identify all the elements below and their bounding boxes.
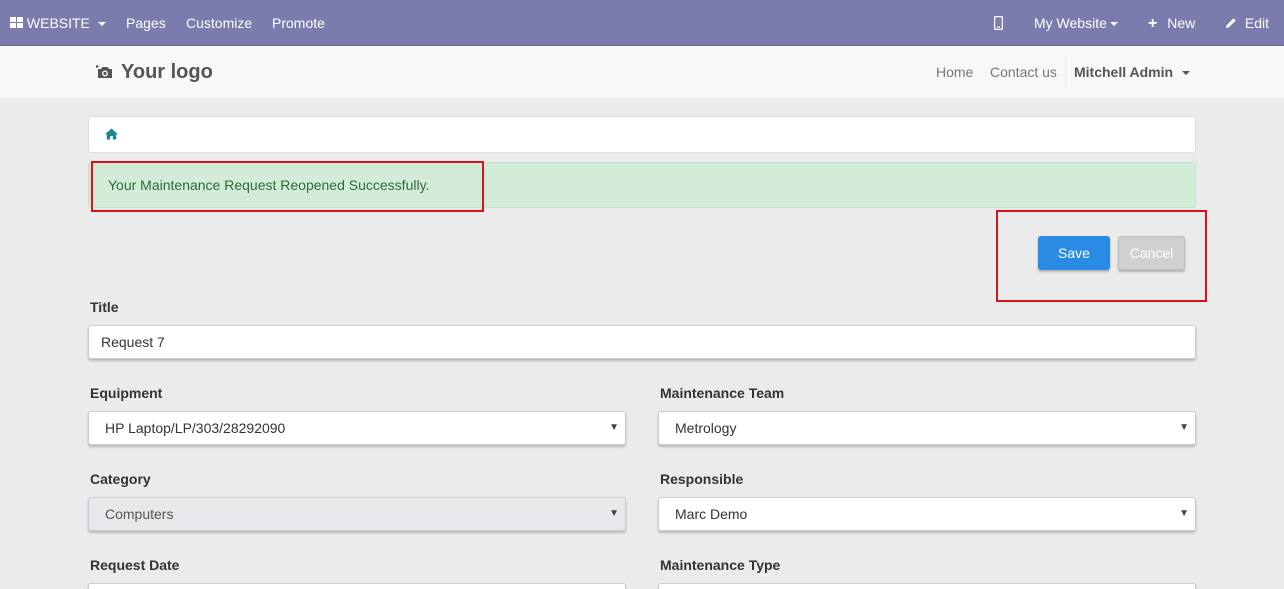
edit-label: Edit [1244, 15, 1270, 31]
plus-icon: + [1148, 15, 1158, 32]
admin-navbar: WEBSITE Pages Customize Promote My Websi… [0, 0, 1284, 46]
title-value: Request 7 [101, 334, 165, 350]
mobile-preview-button[interactable] [993, 0, 1004, 46]
promote-menu[interactable]: Promote [272, 0, 325, 46]
title-label: Title [90, 299, 119, 315]
dropdown-arrow-icon: ▼ [1179, 422, 1189, 433]
nav-contact[interactable]: Contact us [990, 46, 1057, 98]
customize-menu[interactable]: Customize [186, 0, 252, 46]
title-input[interactable]: Request 7 [88, 325, 1196, 359]
team-select[interactable]: Metrology ▼ [658, 411, 1196, 445]
dropdown-arrow-icon: ▼ [609, 508, 619, 519]
pencil-icon [1226, 18, 1236, 28]
apps-grid-icon [10, 17, 23, 28]
request-date-input[interactable] [88, 583, 626, 589]
pages-menu[interactable]: Pages [126, 0, 166, 46]
nav-divider [1065, 56, 1066, 88]
dropdown-arrow-icon: ▼ [609, 422, 619, 433]
new-label: New [1167, 15, 1196, 31]
new-button[interactable]: + New [1148, 0, 1195, 46]
category-value: Computers [105, 506, 174, 522]
team-value: Metrology [675, 420, 737, 436]
maintenance-type-label: Maintenance Type [660, 557, 781, 573]
site-header: Your logo Home Contact us Mitchell Admin [0, 46, 1284, 99]
edit-button[interactable]: Edit [1225, 0, 1269, 46]
responsible-select[interactable]: Marc Demo ▼ [658, 497, 1196, 531]
maintenance-type-select[interactable] [658, 583, 1196, 589]
my-website-menu[interactable]: My Website [1034, 0, 1118, 46]
mobile-phone-icon [993, 15, 1004, 31]
responsible-label: Responsible [660, 471, 744, 487]
home-icon[interactable] [105, 128, 118, 140]
logo-text: Your logo [121, 60, 213, 83]
app-menu-button[interactable]: WEBSITE [10, 0, 106, 46]
camera-icon [96, 65, 112, 78]
user-name: Mitchell Admin [1074, 64, 1174, 80]
team-label: Maintenance Team [660, 385, 785, 401]
request-date-label: Request Date [90, 557, 180, 573]
category-label: Category [90, 471, 151, 487]
dropdown-arrow-icon: ▼ [1179, 508, 1189, 519]
site-logo[interactable]: Your logo [96, 58, 213, 86]
equipment-select[interactable]: HP Laptop/LP/303/28292090 ▼ [88, 411, 626, 445]
responsible-value: Marc Demo [675, 506, 748, 522]
user-menu[interactable]: Mitchell Admin [1074, 46, 1191, 98]
breadcrumb [88, 116, 1196, 153]
equipment-label: Equipment [90, 385, 163, 401]
chevron-down-icon [1182, 71, 1191, 76]
highlight-box-actions [996, 210, 1207, 302]
chevron-down-icon [97, 22, 106, 27]
nav-home[interactable]: Home [936, 46, 973, 98]
highlight-box-alert [91, 161, 484, 212]
equipment-value: HP Laptop/LP/303/28292090 [105, 420, 286, 436]
my-website-label: My Website [1034, 15, 1107, 31]
category-select: Computers ▼ [88, 497, 626, 531]
app-menu-label: WEBSITE [26, 15, 90, 31]
chevron-down-icon [1109, 22, 1118, 27]
